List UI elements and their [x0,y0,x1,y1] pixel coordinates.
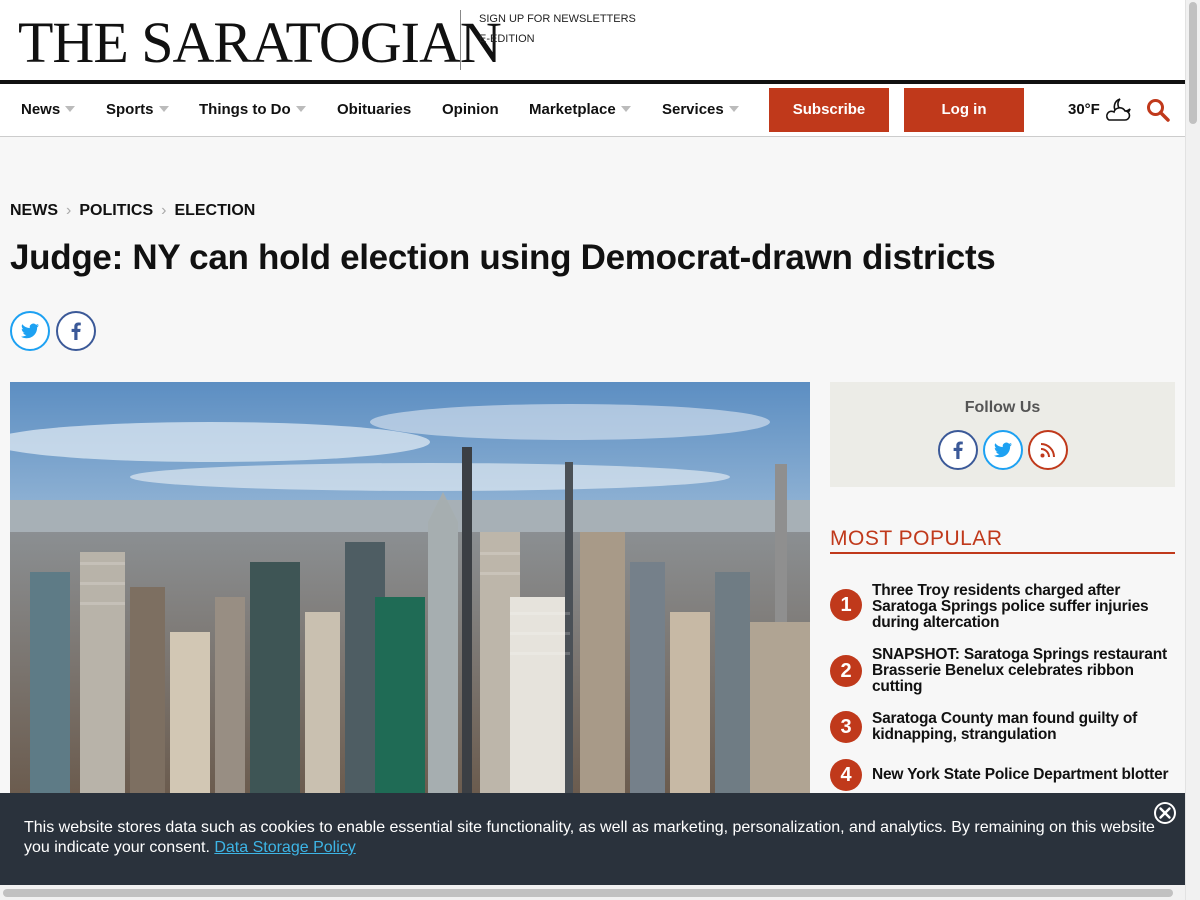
weather-temperature[interactable]: 30°F [1068,84,1100,136]
most-popular-title: MOST POPULAR [830,527,1175,554]
subscribe-button[interactable]: Subscribe [769,88,889,132]
rank-badge: 1 [830,589,862,621]
chevron-down-icon [65,106,76,112]
login-button[interactable]: Log in [904,88,1024,132]
nav-item-label: Services [662,101,724,118]
nav-item-services[interactable]: Services [662,84,739,136]
nav-item-things-to-do[interactable]: Things to Do [199,84,306,136]
article-hero-image[interactable] [10,382,810,802]
site-logo[interactable]: THE SARATOGIAN [18,10,502,76]
follow-us-title: Follow Us [964,399,1041,416]
twitter-icon [994,442,1012,458]
header-divider [460,10,461,70]
follow-rss-button[interactable] [1028,430,1068,470]
rank-badge: 3 [830,711,862,743]
rank-badge: 4 [830,759,862,791]
nav-item-obituaries[interactable]: Obituaries [337,84,411,136]
chevron-down-icon [158,106,169,112]
article-headline: Judge: NY can hold election using Democr… [10,238,996,277]
chevron-down-icon [728,106,739,112]
e-edition-link[interactable]: E-EDITION [479,33,535,45]
follow-facebook-button[interactable] [938,430,978,470]
nav-item-label: Sports [106,101,154,118]
nav-item-news[interactable]: News [21,84,76,136]
most-popular-headline[interactable]: Saratoga County man found guilty of kidn… [872,711,1175,743]
chevron-down-icon [295,106,306,112]
nav-item-label: News [21,101,61,118]
site-header: THE SARATOGIAN SIGN UP FOR NEWSLETTERS E… [0,0,1185,80]
cookie-text: This website stores data such as cookies… [24,819,1155,856]
horizontal-scrollbar[interactable] [0,885,1185,900]
facebook-icon [953,441,963,459]
nav-item-label: Opinion [442,101,499,118]
vertical-scrollbar-thumb[interactable] [1189,2,1197,124]
cookie-message: This website stores data such as cookies… [24,818,1164,858]
share-facebook-button[interactable] [56,311,96,351]
follow-us-panel: Follow Us [830,382,1175,487]
breadcrumb-news[interactable]: NEWS [10,202,58,219]
partly-cloudy-night-icon [1103,96,1133,129]
chevron-right-icon: › [66,202,72,219]
close-icon[interactable] [1153,801,1177,825]
rss-icon [1040,443,1055,458]
newsletter-link[interactable]: SIGN UP FOR NEWSLETTERS [479,13,636,25]
breadcrumb: NEWS › POLITICS › ELECTION [10,202,255,220]
main-nav: News Sports Things to Do Obituaries Opin… [0,84,1185,137]
twitter-icon [21,323,39,339]
chevron-right-icon: › [161,202,167,219]
nav-item-label: Obituaries [337,101,412,118]
data-storage-policy-link[interactable]: Data Storage Policy [214,839,355,856]
most-popular-headline[interactable]: SNAPSHOT: Saratoga Springs restaurant Br… [872,647,1175,695]
most-popular-headline[interactable]: Three Troy residents charged after Sarat… [872,583,1175,631]
search-icon[interactable] [1146,98,1170,127]
breadcrumb-politics[interactable]: POLITICS [79,202,153,219]
breadcrumb-election[interactable]: ELECTION [174,202,255,219]
most-popular: MOST POPULAR 1 Three Troy residents char… [830,527,1175,791]
rank-badge: 2 [830,655,862,687]
nav-item-marketplace[interactable]: Marketplace [529,84,631,136]
cookie-banner: This website stores data such as cookies… [0,793,1185,885]
facebook-icon [71,322,81,340]
nav-item-label: Marketplace [529,101,616,118]
share-twitter-button[interactable] [10,311,50,351]
nav-item-label: Things to Do [199,101,291,118]
follow-twitter-button[interactable] [983,430,1023,470]
chevron-down-icon [620,106,631,112]
most-popular-headline[interactable]: New York State Police Department blotter [872,767,1175,783]
vertical-scrollbar[interactable] [1185,0,1200,900]
horizontal-scrollbar-thumb[interactable] [3,889,1173,897]
nav-item-sports[interactable]: Sports [106,84,169,136]
nav-item-opinion[interactable]: Opinion [442,84,499,136]
